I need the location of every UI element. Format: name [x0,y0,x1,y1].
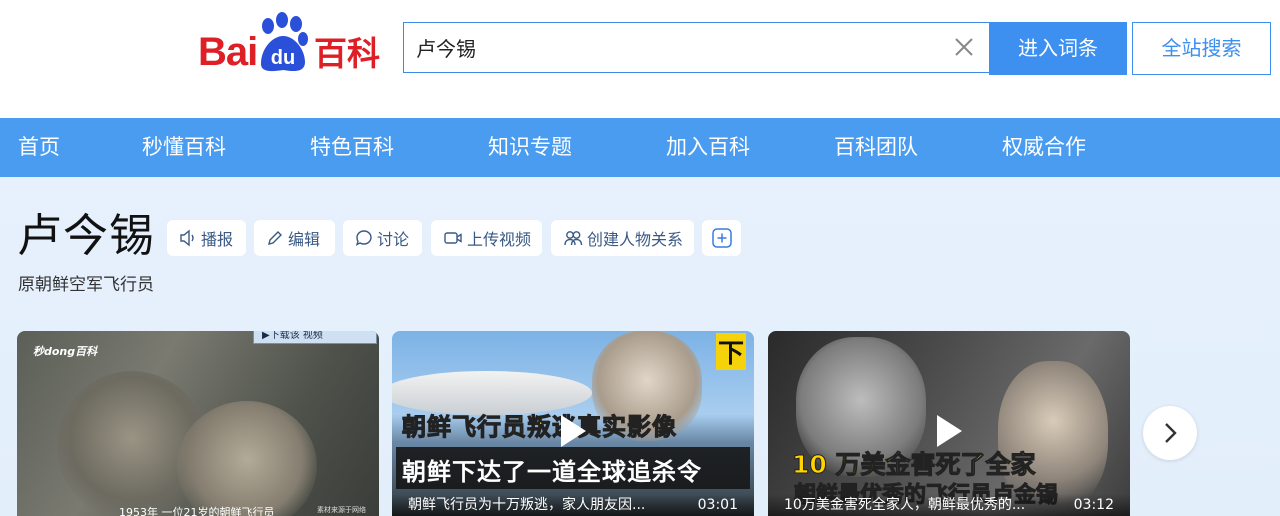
video-watermark: 秒dong百科 [33,345,98,358]
video-3-overlay-mid: 10 万美金害死了全家 [792,450,1036,480]
video-2-overlay-top: 下 [715,333,746,370]
nav-item-featured[interactable]: 特色百科 [310,118,394,177]
chevron-right-icon [1165,423,1177,443]
video-card-2[interactable]: 下 朝鲜飞行员叛逃真实影像 朝鲜下达了一道全球追杀令 朝鲜飞行员为十万叛逃，家人… [392,331,754,516]
upload-video-button[interactable]: 上传视频 [431,220,542,256]
video-card-1[interactable]: 秒dong百科 ▶下载该 视频 1953年 一位21岁的朝鲜飞行员 素材来源于网… [17,331,379,516]
download-video-label: ▶下载该 视频 [262,331,323,341]
plus-square-icon [711,228,732,248]
next-arrow-button[interactable] [1143,406,1197,460]
video-card-3[interactable]: 10 万美金害死了全家 朝鲜最优秀的飞行员卢金锡 10万美金害死全家人，朝鲜最优… [768,331,1130,516]
upload-video-label: 上传视频 [467,230,532,249]
search-input[interactable] [416,23,936,72]
play-icon[interactable] [558,413,588,449]
search-box [403,22,989,73]
video-2-title: 朝鲜飞行员为十万叛逃，家人朋友因... [408,497,646,513]
more-tools-button[interactable] [702,220,741,256]
people-relation-icon [564,231,583,246]
discuss-label: 讨论 [377,230,410,249]
video-1-source: 素材来源于网络 [317,506,366,514]
edit-button[interactable]: 编辑 [254,220,335,256]
entry-main: 卢今锡 原朝鲜空军飞行员 播报 编辑 讨论 上传视频 创建人物关系 秒dong百… [0,177,1280,516]
chat-bubble-icon [355,230,372,246]
logo-bai-text: Bai [198,30,258,74]
edit-label: 编辑 [288,230,321,249]
nav-item-team[interactable]: 百科团队 [834,118,918,177]
video-3-caption: 10万美金害死全家人，朝鲜最优秀的... 03:12 [768,494,1130,516]
paw-icon: du [261,12,308,72]
broadcast-label: 播报 [201,230,234,249]
nav-item-topics[interactable]: 知识专题 [488,118,572,177]
video-1-subtitle: 1953年 一位21岁的朝鲜飞行员 [119,506,275,516]
page-title: 卢今锡 [17,209,156,262]
create-relation-button[interactable]: 创建人物关系 [551,220,694,256]
entry-subtitle: 原朝鲜空军飞行员 [18,275,154,295]
speaker-icon [180,229,194,247]
discuss-button[interactable]: 讨论 [343,220,422,256]
download-video-bar[interactable]: ▶下载该 视频 [253,331,377,344]
pencil-icon [268,231,282,245]
header: Bai du 百科 进入词条 全站搜索 [0,0,1280,118]
video-3-duration: 03:12 [1073,497,1114,513]
video-camera-icon [444,232,462,244]
nav-item-miaodong[interactable]: 秒懂百科 [142,118,226,177]
site-search-button[interactable]: 全站搜索 [1132,22,1271,75]
video-3-title: 10万美金害死全家人，朝鲜最优秀的... [784,497,1026,513]
nav-item-cooperation[interactable]: 权威合作 [1002,118,1086,177]
top-nav: 首页 秒懂百科 特色百科 知识专题 加入百科 百科团队 权威合作 [0,118,1280,177]
logo-du-text: du [271,47,295,69]
close-icon[interactable] [953,36,975,58]
video-face-2 [177,401,317,516]
create-relation-label: 创建人物关系 [587,230,684,249]
video-2-duration: 03:01 [697,497,738,513]
broadcast-button[interactable]: 播报 [167,220,246,256]
baidu-baike-logo[interactable]: Bai du 百科 [196,12,388,74]
play-icon[interactable] [934,413,964,449]
logo-baike-text: 百科 [314,34,380,73]
video-2-caption: 朝鲜飞行员为十万叛逃，家人朋友因... 03:01 [392,494,754,516]
video-2-overlay-bottom: 朝鲜下达了一道全球追杀令 [402,458,702,486]
enter-entry-button[interactable]: 进入词条 [989,22,1127,75]
nav-item-home[interactable]: 首页 [18,118,60,177]
video-2-overlay-mid: 朝鲜飞行员叛逃真实影像 [402,413,677,442]
nav-item-join[interactable]: 加入百科 [666,118,750,177]
